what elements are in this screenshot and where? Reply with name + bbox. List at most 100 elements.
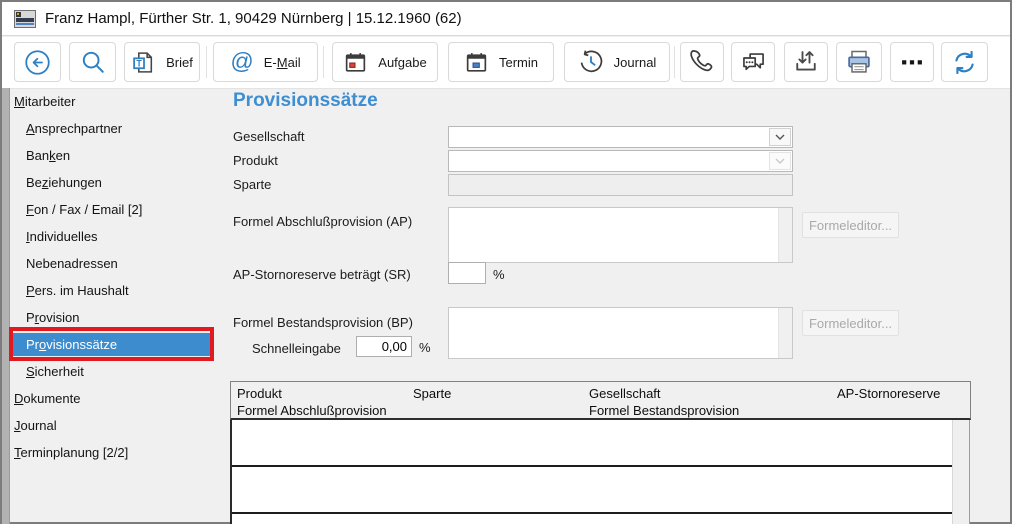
sidebar-item[interactable]: Journal (10, 412, 228, 439)
sidebar-item[interactable]: Banken (10, 142, 228, 169)
ellipsis-icon (898, 48, 926, 76)
sidebar-item[interactable]: Provisionssätze (10, 331, 228, 358)
col-produkt[interactable]: Produkt (237, 386, 282, 401)
sidebar-item[interactable]: Nebenadressen (10, 250, 228, 277)
app-window: Franz Hampl, Fürther Str. 1, 90429 Nürnb… (0, 0, 1012, 524)
col-formel-abschlussprovision[interactable]: Formel Abschlußprovision (237, 403, 387, 418)
formel-bp-textarea[interactable] (448, 307, 793, 359)
brief-button[interactable]: T Brief (124, 42, 200, 82)
col-formel-bestandsprovision[interactable]: Formel Bestandsprovision (589, 403, 739, 418)
stornoreserve-label: AP-Stornoreserve beträgt (SR) (233, 267, 411, 282)
toolbar-separator (206, 46, 207, 78)
col-ap-stornoreserve[interactable]: AP-Stornoreserve (837, 386, 940, 401)
at-sign-icon: @ (230, 50, 253, 73)
col-sparte[interactable]: Sparte (413, 386, 451, 401)
schnelleingabe-input[interactable] (356, 336, 412, 357)
sidebar-item[interactable]: Dokumente (10, 385, 228, 412)
chevron-down-icon[interactable] (769, 128, 791, 146)
email-button[interactable]: @ E-Mail (213, 42, 318, 82)
formel-ap-label: Formel Abschlußprovision (AP) (233, 214, 412, 229)
toolbar: T Brief @ E-Mail Aufgabe Termin (2, 37, 1010, 89)
journal-button[interactable]: Journal (564, 42, 670, 82)
search-button[interactable] (69, 42, 116, 82)
sidebar-item-label: Fon / Fax / Email [2] (26, 202, 142, 217)
import-export-arrows-icon (792, 48, 820, 76)
stornoreserve-input[interactable] (448, 262, 486, 284)
percent-sign: % (493, 267, 505, 282)
provisions-table-header: Produkt Sparte Gesellschaft AP-Stornores… (230, 381, 971, 420)
gesellschaft-combobox[interactable] (448, 126, 793, 148)
splitter-strip[interactable] (2, 88, 10, 524)
gesellschaft-label: Gesellschaft (233, 129, 305, 144)
chat-button[interactable] (731, 42, 775, 82)
toolbar-separator (674, 46, 675, 78)
schnelleingabe-label: Schnelleingabe (252, 341, 341, 356)
sidebar-item-label: Beziehungen (26, 175, 102, 190)
email-label: E-Mail (264, 55, 301, 70)
more-button[interactable] (890, 42, 934, 82)
contact-title: Franz Hampl, Fürther Str. 1, 90429 Nürnb… (45, 10, 462, 27)
print-button[interactable] (836, 42, 882, 82)
form-window-icon (14, 10, 36, 28)
sidebar-item-label: Dokumente (14, 391, 80, 406)
back-icon (24, 49, 51, 76)
page-title: Provisionssätze (233, 90, 378, 112)
sidebar-item[interactable]: Individuelles (10, 223, 228, 250)
table-row[interactable] (232, 420, 952, 467)
formel-bp-label: Formel Bestandsprovision (BP) (233, 315, 413, 330)
sidebar-item[interactable]: Fon / Fax / Email [2] (10, 196, 228, 223)
titlebar: Franz Hampl, Fürther Str. 1, 90429 Nürnb… (2, 2, 1010, 36)
sidebar-item[interactable]: Sicherheit (10, 358, 228, 385)
sidebar-item-label: Provision (26, 310, 79, 325)
refresh-icon (951, 49, 978, 76)
sidebar-item-label: Provisionssätze (26, 337, 117, 352)
letter-document-icon: T (131, 50, 156, 75)
sidebar-item-label: Ansprechpartner (26, 121, 122, 136)
table-row[interactable] (232, 514, 952, 524)
table-scrollbar[interactable] (952, 420, 970, 524)
formel-ap-textarea[interactable] (448, 207, 793, 263)
sidebar-item[interactable]: Ansprechpartner (10, 115, 228, 142)
produkt-label: Produkt (233, 153, 278, 168)
sidebar-item[interactable]: Mitarbeiter (10, 88, 228, 115)
sidebar-item[interactable]: Beziehungen (10, 169, 228, 196)
produkt-combobox[interactable] (448, 150, 793, 172)
sidebar-item-label: Mitarbeiter (14, 94, 75, 109)
sidebar-item[interactable]: Terminplanung [2/2] (10, 439, 228, 466)
sidebar-item[interactable]: Provision (10, 304, 228, 331)
sidebar-nav: Mitarbeiter Ansprechpartner Banken Bezie… (10, 88, 228, 524)
phone-button[interactable] (680, 42, 724, 82)
import-export-button[interactable] (784, 42, 828, 82)
table-row[interactable] (232, 467, 952, 514)
svg-text:T: T (136, 58, 142, 68)
sparte-label: Sparte (233, 177, 271, 192)
printer-icon (845, 48, 873, 76)
chat-bubbles-icon (740, 49, 767, 76)
textarea-scrollbar[interactable] (778, 208, 792, 262)
sidebar-item-label: Sicherheit (26, 364, 84, 379)
percent-sign: % (419, 340, 431, 355)
col-gesellschaft[interactable]: Gesellschaft (589, 386, 661, 401)
termin-label: Termin (499, 55, 538, 70)
search-icon (80, 49, 106, 75)
termin-button[interactable]: Termin (448, 42, 554, 82)
sparte-field (448, 174, 793, 196)
toolbar-separator (323, 46, 324, 78)
sidebar-item-label: Journal (14, 418, 57, 433)
provisions-table-body[interactable] (230, 420, 952, 524)
sidebar-item-label: Banken (26, 148, 70, 163)
sidebar-item-label: Terminplanung [2/2] (14, 445, 128, 460)
back-button[interactable] (14, 42, 61, 82)
textarea-scrollbar[interactable] (778, 308, 792, 358)
sidebar-item-label: Pers. im Haushalt (26, 283, 129, 298)
aufgabe-button[interactable]: Aufgabe (332, 42, 438, 82)
formeleditor-ap-button[interactable]: Formeleditor... (802, 212, 899, 238)
phone-icon (688, 48, 716, 76)
sidebar-item[interactable]: Pers. im Haushalt (10, 277, 228, 304)
history-clock-icon (578, 49, 604, 75)
brief-label: Brief (166, 55, 193, 70)
refresh-button[interactable] (941, 42, 988, 82)
formeleditor-bp-button[interactable]: Formeleditor... (802, 310, 899, 336)
sidebar-item-label: Nebenadressen (26, 256, 118, 271)
chevron-down-icon (769, 152, 791, 170)
